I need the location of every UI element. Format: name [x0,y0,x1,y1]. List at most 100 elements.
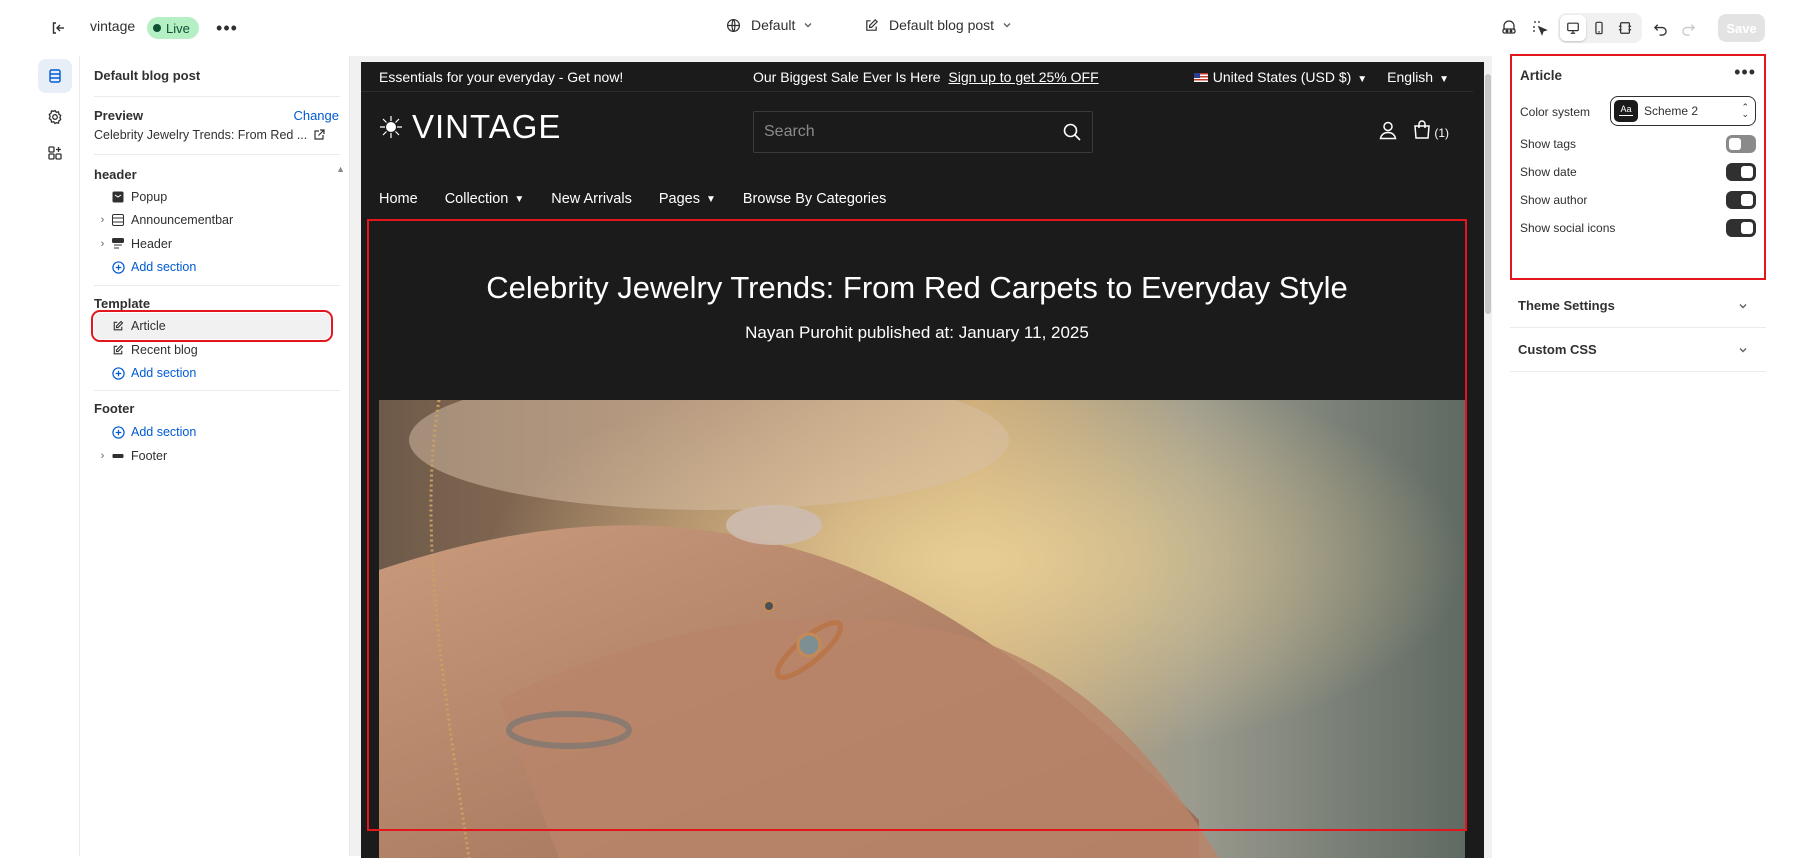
add-section-label: Add section [131,366,197,380]
preview-label: Preview [94,108,144,123]
fullwidth-icon[interactable] [1612,15,1638,41]
show-date-toggle[interactable] [1726,163,1756,181]
selected-section-outline [367,219,1467,831]
article-settings-box: Article ••• Color system Aa Scheme 2 ⌃ ⌄ … [1510,54,1766,280]
select-arrows-icon: ⌃ ⌄ [1741,102,1749,119]
color-scheme-select[interactable]: Aa Scheme 2 ⌃ ⌄ [1610,96,1756,126]
toggle-row-show-author: Show author [1520,188,1756,212]
caret-down-icon: ▼ [1439,73,1449,85]
section-item-footer[interactable]: › Footer [94,443,330,469]
sections-icon[interactable] [38,59,72,93]
theme-label: Default [751,17,796,33]
mobile-icon[interactable] [1586,15,1612,41]
section-label: Recent blog [131,343,198,357]
section-item-article[interactable]: Article [91,310,333,342]
more-icon[interactable]: ••• [214,15,240,41]
theme-select[interactable]: Default [726,17,823,33]
cart-button[interactable]: (1) [1412,120,1449,140]
desktop-icon[interactable] [1560,15,1586,41]
store-name[interactable]: vintage [90,18,135,34]
sidebar-rail [32,56,80,856]
toggle-row-show-social-icons: Show social icons [1520,216,1756,240]
nav-item-browse-categories[interactable]: Browse By Categories [743,191,886,207]
show-tags-toggle[interactable] [1726,135,1756,153]
settings-panel: Article ••• Color system Aa Scheme 2 ⌃ ⌄ … [1492,54,1774,856]
caret-down-icon: ▼ [514,193,525,205]
announcementbar-icon [111,213,125,227]
select-icon[interactable] [1528,16,1552,40]
redo-icon[interactable] [1676,16,1700,40]
theme-settings-accordion[interactable]: Theme Settings [1510,284,1766,328]
undo-icon[interactable] [1648,16,1672,40]
settings-icon[interactable] [38,100,72,134]
announcement-center: Our Biggest Sale Ever Is Here Sign up to… [753,69,1099,85]
section-label: Footer [131,449,168,463]
custom-css-accordion[interactable]: Custom CSS [1510,328,1766,372]
footer-icon [111,449,125,463]
divider [94,154,340,155]
nav-item-home[interactable]: Home [379,191,418,207]
toggle-label: Show author [1520,193,1588,207]
sun-logo-icon [380,116,402,138]
nav-item-new-arrivals[interactable]: New Arrivals [551,191,632,207]
editor-topbar: vintage Live ••• Default Default blog po… [0,0,1800,56]
nav-item-pages[interactable]: Pages ▼ [659,191,716,207]
chevron-right-icon[interactable]: › [94,214,111,226]
language-selector[interactable]: English ▼ [1387,69,1449,85]
preview-value[interactable]: Celebrity Jewelry Trends: From Red ... [94,128,325,142]
more-icon[interactable]: ••• [1734,62,1756,83]
section-item-announcementbar[interactable]: › Announcementbar [94,207,330,233]
section-label: Article [131,319,166,333]
panel-title: Default blog post [94,68,201,83]
device-switcher [1558,13,1642,43]
scroll-up-arrow[interactable]: ▲ [336,164,345,174]
main-navigation: Home Collection ▼ New Arrivals Pages ▼ Bro… [361,174,1473,224]
globe-icon [726,18,741,32]
toggle-label: Show date [1520,165,1577,179]
color-system-row: Color system Aa Scheme 2 ⌃ ⌄ [1520,96,1756,126]
add-section-footer-button[interactable]: Add section [94,419,330,445]
divider [94,285,340,286]
chevron-right-icon[interactable]: › [94,238,111,250]
exit-icon[interactable] [47,17,69,39]
chevron-down-icon [804,23,812,28]
change-preview-link[interactable]: Change [293,108,339,123]
logo-text: VINTAGE [412,108,562,145]
storefront-preview: Essentials for your everyday - Get now! … [361,62,1484,858]
template-edit-icon [866,18,878,31]
template-label: Default blog post [889,17,995,33]
sections-panel: Default blog post Preview Change Celebri… [80,56,350,856]
live-dot [153,24,161,32]
toggle-label: Show tags [1520,137,1577,151]
store-logo[interactable]: VINTAGE [379,108,561,146]
template-select[interactable]: Default blog post [864,17,1022,33]
add-circle-icon [111,366,125,380]
add-section-header-button[interactable]: Add section [94,254,330,280]
nav-item-collection[interactable]: Collection ▼ [445,191,525,207]
apps-icon[interactable] [38,136,72,170]
scheme-label: Scheme 2 [1644,104,1699,118]
save-button[interactable]: Save [1718,14,1765,42]
currency-selector[interactable]: United States (USD $) ▼ [1193,68,1367,85]
inspector-icon[interactable] [1497,16,1521,40]
chevron-right-icon[interactable]: › [94,450,111,462]
chevron-down-icon [1739,348,1747,353]
search-icon[interactable] [1062,122,1082,142]
account-icon[interactable] [1378,120,1398,140]
announcement-signup-link[interactable]: Sign up to get 25% OFF [948,69,1098,85]
preview-article-name: Celebrity Jewelry Trends: From Red ... [94,128,308,142]
add-section-template-button[interactable]: Add section [94,360,330,386]
show-author-toggle[interactable] [1726,191,1756,209]
template-edit-icon [111,319,125,333]
popup-icon [111,190,125,204]
chevron-down-icon [1739,304,1747,309]
currency-label: United States (USD $) [1212,68,1352,85]
toggle-row-show-tags: Show tags [1520,132,1756,156]
section-label: Announcementbar [131,213,234,227]
store-search-input[interactable] [764,123,1062,141]
scroll-thumb[interactable] [1485,74,1491,314]
external-link-icon[interactable] [313,129,325,141]
preview-scrollbar[interactable] [1484,62,1492,858]
scheme-swatch: Aa [1614,100,1638,122]
show-social-icons-toggle[interactable] [1726,219,1756,237]
